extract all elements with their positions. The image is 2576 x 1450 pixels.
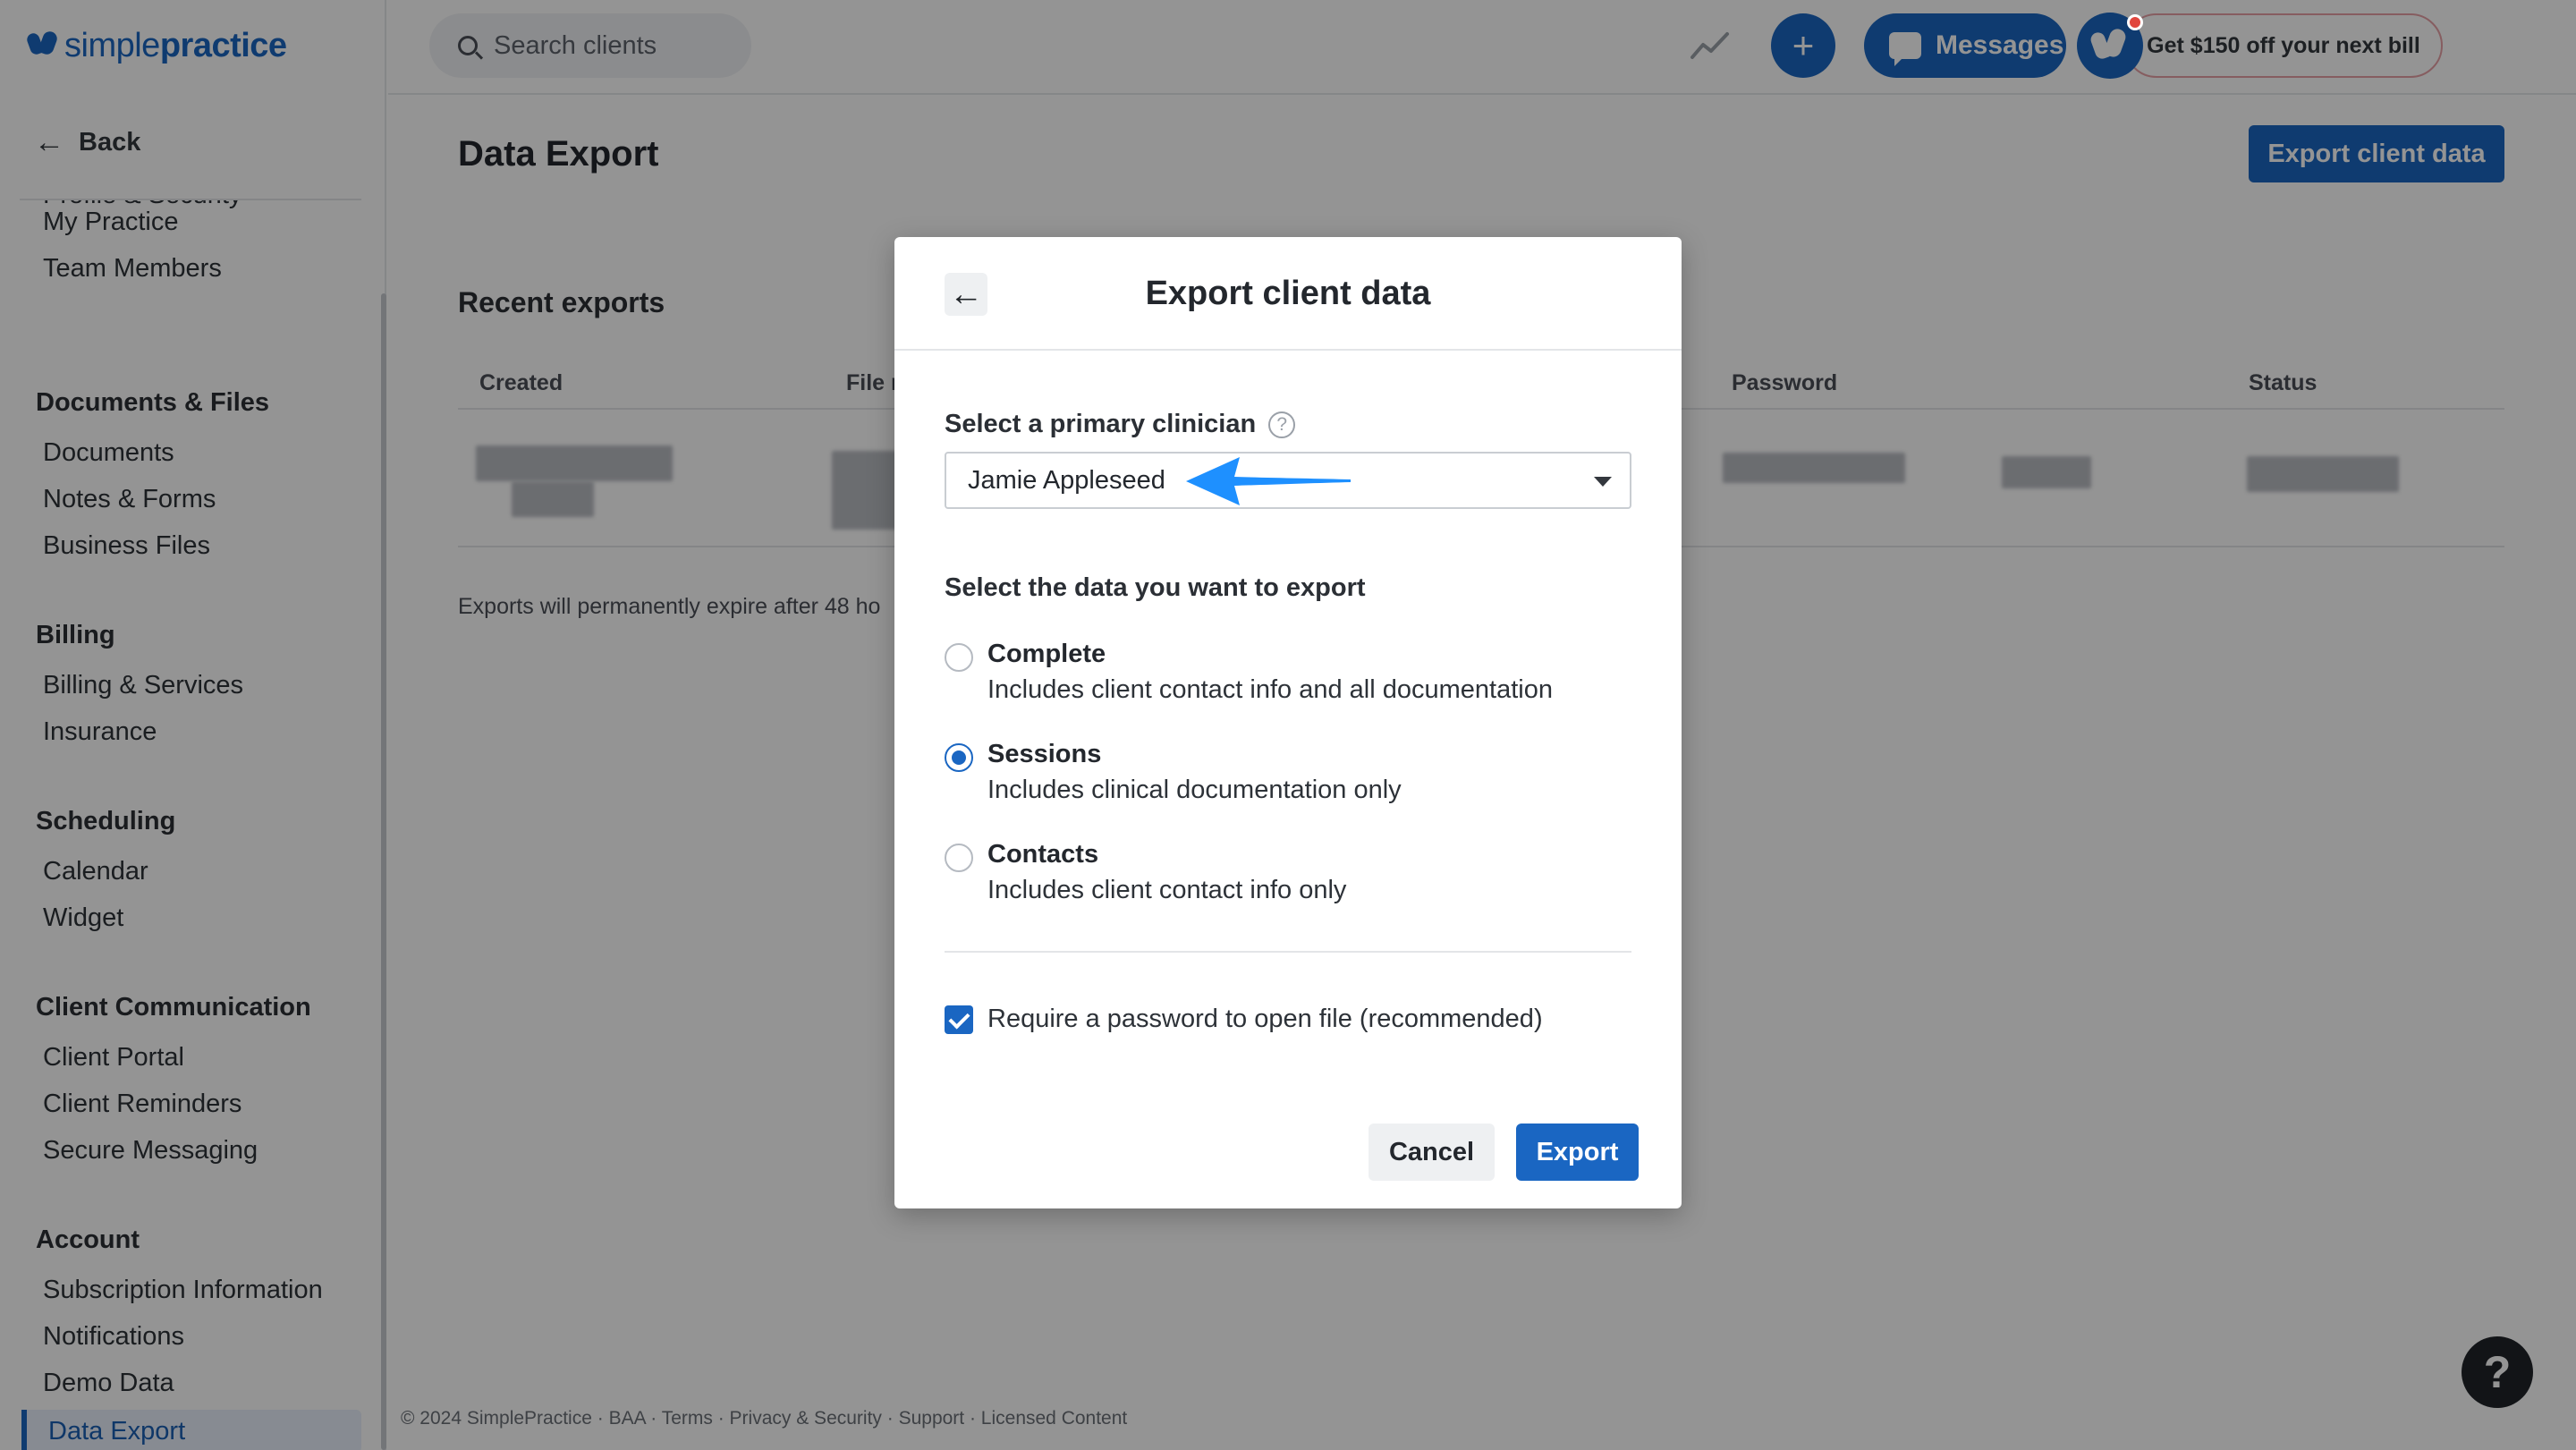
export-button[interactable]: Export (1516, 1124, 1639, 1181)
radio-contacts[interactable] (945, 844, 973, 872)
clinician-field-label: Select a primary clinician ? (945, 410, 1296, 439)
option-complete-title: Complete (987, 640, 1106, 668)
clinician-selected-value: Jamie Appleseed (968, 465, 1165, 495)
notification-dot (2127, 14, 2143, 30)
clinician-label-text: Select a primary clinician (945, 410, 1257, 438)
cancel-button[interactable]: Cancel (1368, 1124, 1495, 1181)
export-client-data-modal: Export client data ← Select a primary cl… (894, 237, 1682, 1208)
modal-header: Export client data ← (894, 237, 1682, 351)
modal-title: Export client data (1145, 275, 1431, 312)
option-complete-desc: Includes client contact info and all doc… (987, 675, 1553, 704)
require-password-checkbox[interactable] (945, 1005, 973, 1034)
data-type-label: Select the data you want to export (945, 573, 1366, 602)
arrow-left-icon: ← (949, 276, 983, 313)
radio-complete[interactable] (945, 643, 973, 672)
require-password-option[interactable]: Require a password to open file (recomme… (945, 1005, 1543, 1034)
option-sessions-title: Sessions (987, 740, 1102, 768)
radio-sessions[interactable] (945, 743, 973, 772)
caret-down-icon (1594, 477, 1612, 487)
modal-back-button[interactable]: ← (945, 273, 987, 316)
require-password-label: Require a password to open file (recomme… (987, 1005, 1543, 1033)
question-circle-icon[interactable]: ? (1268, 411, 1296, 438)
modal-divider (945, 951, 1631, 953)
option-contacts-title: Contacts (987, 840, 1099, 869)
option-sessions-desc: Includes clinical documentation only (987, 776, 1402, 804)
annotation-arrow-icon (1186, 457, 1351, 505)
option-contacts-desc: Includes client contact info only (987, 876, 1347, 904)
